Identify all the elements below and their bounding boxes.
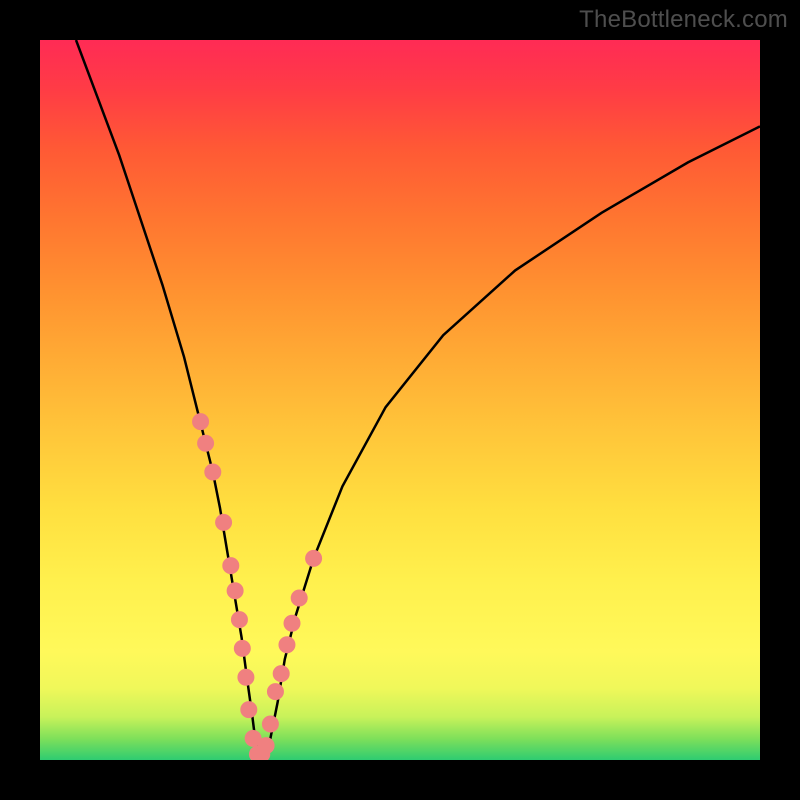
marker-point	[231, 612, 247, 628]
marker-point	[216, 514, 232, 530]
marker-point	[198, 435, 214, 451]
marker-point	[227, 583, 243, 599]
marker-point	[284, 615, 300, 631]
highlighted-points	[193, 414, 322, 760]
marker-point	[193, 414, 209, 430]
marker-point	[238, 669, 254, 685]
bottleneck-curve	[76, 40, 760, 756]
marker-point	[291, 590, 307, 606]
marker-point	[234, 640, 250, 656]
marker-point	[273, 666, 289, 682]
marker-point	[258, 738, 274, 754]
marker-point	[279, 637, 295, 653]
plot-area	[40, 40, 760, 760]
attribution-label: TheBottleneck.com	[579, 6, 788, 34]
marker-point	[223, 558, 239, 574]
marker-point	[241, 702, 257, 718]
marker-point	[267, 684, 283, 700]
marker-point	[306, 550, 322, 566]
chart-frame: TheBottleneck.com	[0, 0, 800, 800]
marker-point	[262, 716, 278, 732]
marker-point	[205, 464, 221, 480]
plot-svg	[40, 40, 760, 760]
